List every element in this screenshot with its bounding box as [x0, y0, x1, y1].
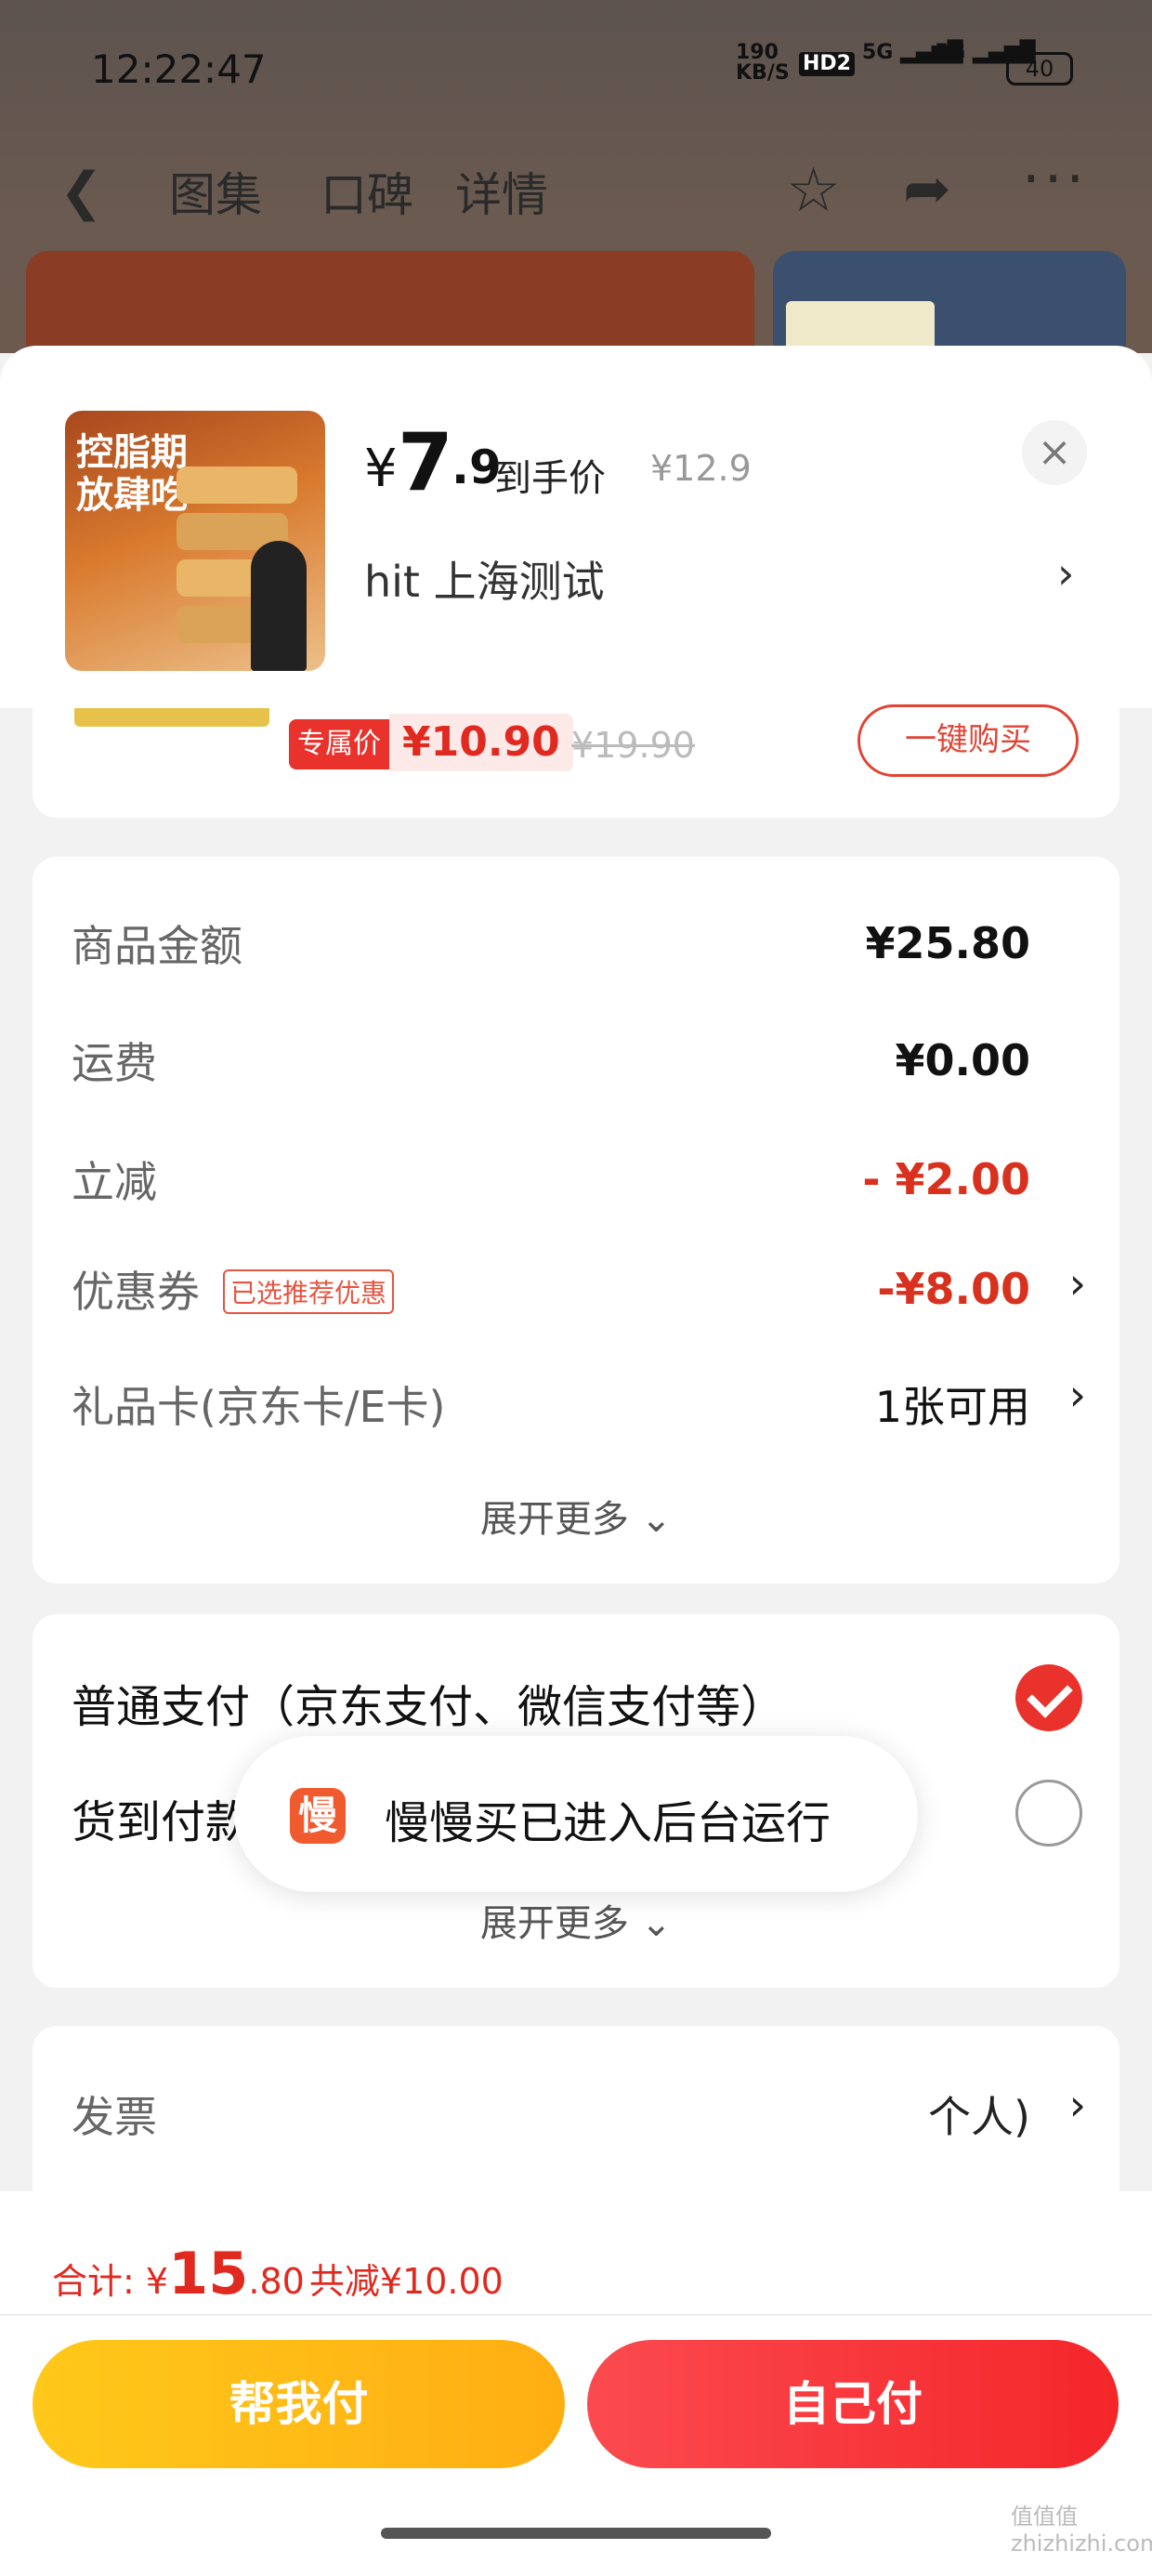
promo-product-image [74, 708, 269, 727]
background-page: 12:22:47 190 KB/S HD2 5G ▂▄▆█ 5G ▂▄▆█ 40 … [0, 0, 1152, 381]
coupon-value[interactable]: -¥8.00 [877, 1264, 1030, 1314]
original-price: ¥12.9 [650, 448, 752, 489]
chevron-right-icon[interactable]: › [1069, 1370, 1086, 1420]
total-summary: 合计: ¥15.80 共减¥10.00 [52, 2240, 504, 2307]
checkout-footer: 合计: ¥15.80 共减¥10.00 帮我付 自己付 值值值 zhizhizh… [0, 2191, 1152, 2576]
invoice-label: 发票 [72, 2092, 157, 2142]
unchecked-icon[interactable] [1015, 1780, 1082, 1847]
watermark: 值值值 zhizhizhi.com [1011, 2504, 1152, 2556]
total-integer: 15 [168, 2240, 249, 2307]
giftcard-value[interactable]: 1张可用 [875, 1373, 1030, 1435]
tab-gallery[interactable]: 图集 [169, 158, 262, 225]
help-me-pay-button[interactable]: 帮我付 [33, 2340, 565, 2468]
thumbnail-text: 控脂期 放肆吃 [76, 431, 188, 517]
checked-icon[interactable] [1015, 1664, 1082, 1731]
amount-card: 商品金额 ¥25.80 运费 ¥0.00 立减 - ¥2.00 优惠券 已选推荐… [33, 857, 1119, 1584]
promo-product-card: 专属价 ¥10.90 ¥19.90 一键购买 [33, 704, 1119, 818]
back-icon[interactable]: ❮ [59, 162, 103, 222]
total-decimal: .80 [248, 2261, 305, 2302]
favorite-icon[interactable]: ☆ [786, 154, 841, 226]
coupon-label[interactable]: 优惠券 [72, 1258, 200, 1320]
chevron-right-icon[interactable]: › [1069, 2080, 1086, 2130]
amount-label: 商品金额 [72, 921, 242, 971]
price-integer: 7 [398, 416, 453, 509]
share-icon[interactable]: ➦ [903, 154, 951, 222]
chevron-down-icon: ⌄ [640, 1498, 673, 1541]
payment-option-cod[interactable]: 货到付款 [72, 1785, 250, 1850]
total-currency: ¥ [145, 2261, 169, 2302]
promo-original-price: ¥19.90 [571, 725, 695, 766]
discount-value: - ¥2.00 [862, 1154, 1030, 1204]
expand-more-button[interactable]: 展开更多 ⌄ [33, 1893, 1119, 1947]
close-icon: × [1037, 428, 1072, 476]
total-label: 合计: [52, 2261, 146, 2302]
chevron-down-icon: ⌄ [640, 1902, 673, 1945]
shipping-label: 运费 [72, 1038, 157, 1088]
exclusive-price-badge: 专属价 [289, 719, 389, 769]
giftcard-label[interactable]: 礼品卡(京东卡/E卡) [72, 1373, 445, 1435]
amount-value: ¥25.80 [865, 918, 1030, 968]
one-click-buy-button[interactable]: 一键购买 [857, 704, 1079, 777]
shop-name[interactable]: hit 上海测试 [364, 548, 605, 610]
price-currency: ¥ [364, 439, 398, 499]
discount-label: 立减 [72, 1157, 157, 1207]
coupon-tag: 已选推荐优惠 [223, 1269, 395, 1314]
chevron-right-icon[interactable]: › [1057, 548, 1074, 598]
toast: 慢 慢慢买已进入后台运行 [234, 1736, 918, 1892]
chevron-right-icon[interactable]: › [1069, 1258, 1086, 1308]
invoice-card[interactable]: 发票 个人) › [33, 2026, 1119, 2212]
exclusive-price: ¥10.90 [389, 714, 573, 771]
hd-icon: HD2 [799, 52, 855, 76]
app-icon: 慢 [290, 1788, 346, 1844]
clock: 12:22:47 [91, 46, 267, 92]
product-thumbnail: 控脂期 放肆吃 [65, 411, 325, 671]
close-button[interactable]: × [1022, 420, 1087, 485]
toast-text: 慢慢买已进入后台运行 [385, 1797, 831, 1849]
checkout-sheet: 控脂期 放肆吃 ¥ 7 .9 到手价 ¥12.9 hit 上海测试 › × 专属… [0, 346, 1152, 2576]
home-indicator[interactable] [381, 2528, 771, 2539]
pay-myself-button[interactable]: 自己付 [587, 2340, 1119, 2468]
status-bar: 12:22:47 190 KB/S HD2 5G ▂▄▆█ 5G ▂▄▆█ 40 [0, 37, 1152, 102]
total-discount: 共减¥10.00 [308, 2261, 504, 2302]
expand-more-button[interactable]: 展开更多 ⌄ [33, 1489, 1119, 1543]
invoice-value: 个人) [928, 2092, 1030, 2142]
battery-icon: 40 [1006, 52, 1073, 85]
product-header: 控脂期 放肆吃 ¥ 7 .9 到手价 ¥12.9 hit 上海测试 › × [0, 346, 1152, 708]
price-label: 到手价 [494, 457, 606, 500]
top-nav: ❮ 图集 口碑 详情 ☆ ➦ ··· [0, 145, 1152, 232]
more-icon[interactable]: ··· [1022, 145, 1088, 213]
tab-reviews[interactable]: 口碑 [321, 158, 413, 225]
net-speed: 190 KB/S [736, 41, 790, 85]
shipping-value: ¥0.00 [895, 1035, 1030, 1085]
model-image [251, 541, 307, 671]
tab-details[interactable]: 详情 [455, 158, 548, 225]
payment-option-normal[interactable]: 普通支付（京东支付、微信支付等） [72, 1670, 785, 1735]
